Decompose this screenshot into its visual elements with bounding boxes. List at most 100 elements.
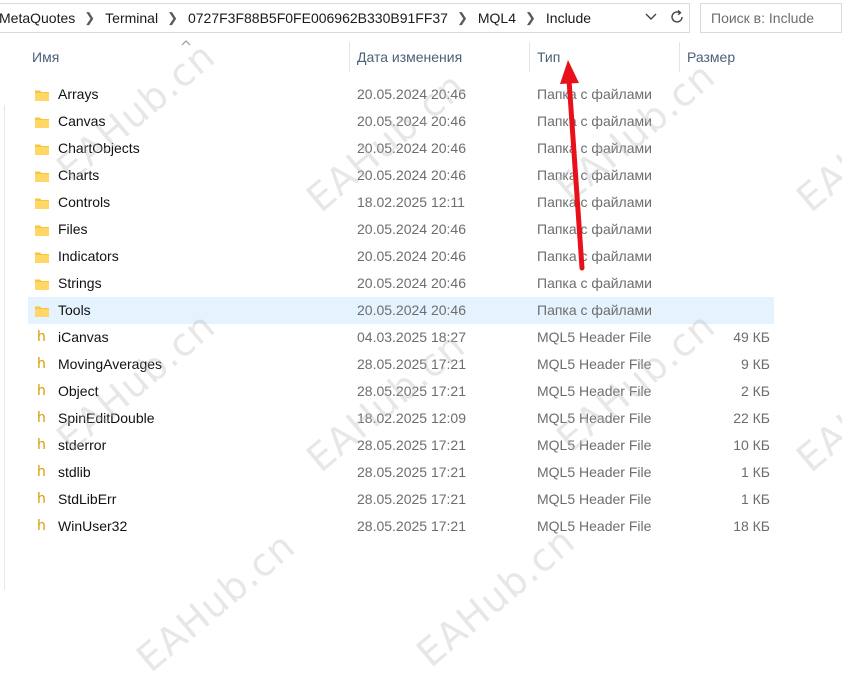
file-name: Files bbox=[58, 221, 88, 237]
file-name: iCanvas bbox=[58, 329, 109, 345]
column-divider[interactable] bbox=[349, 42, 350, 72]
search-input[interactable] bbox=[700, 3, 842, 33]
column-divider[interactable] bbox=[529, 42, 530, 72]
breadcrumb-terminal-id[interactable]: 0727F3F88B5F0FE006962B330B91FF37 bbox=[184, 10, 451, 26]
file-row[interactable]: Arrays 20.05.2024 20:46 Папка с файлами bbox=[28, 81, 774, 108]
pane-border bbox=[4, 105, 5, 590]
file-date: 20.05.2024 20:46 bbox=[357, 248, 466, 264]
folder-icon bbox=[34, 135, 50, 162]
file-date: 20.05.2024 20:46 bbox=[357, 167, 466, 183]
file-name: SpinEditDouble bbox=[58, 410, 155, 426]
file-name: StdLibErr bbox=[58, 491, 117, 507]
file-name: Tools bbox=[58, 302, 91, 318]
breadcrumb-terminal[interactable]: Terminal bbox=[101, 10, 161, 26]
column-header: Имя Дата изменения Тип Размер bbox=[0, 40, 842, 74]
folder-icon bbox=[34, 297, 50, 324]
column-type[interactable]: Тип bbox=[533, 40, 679, 74]
folder-icon bbox=[34, 162, 50, 189]
file-size: 49 КБ bbox=[733, 329, 770, 345]
file-type: MQL5 Header File bbox=[537, 464, 652, 480]
column-size[interactable]: Размер bbox=[683, 40, 803, 74]
file-type: Папка с файлами bbox=[537, 302, 652, 318]
file-row[interactable]: h SpinEditDouble 18.02.2025 12:09 MQL5 Head… bbox=[28, 405, 774, 432]
file-type: MQL5 Header File bbox=[537, 383, 652, 399]
file-date: 20.05.2024 20:46 bbox=[357, 140, 466, 156]
file-date: 20.05.2024 20:46 bbox=[357, 302, 466, 318]
refresh-icon[interactable] bbox=[666, 5, 688, 29]
file-type: Папка с файлами bbox=[537, 113, 652, 129]
address-toolbar: MetaQuotes ❯ Terminal ❯ 0727F3F88B5F0FE0… bbox=[0, 0, 842, 37]
file-name: Canvas bbox=[58, 113, 106, 129]
chevron-down-icon[interactable] bbox=[640, 5, 662, 29]
file-date: 28.05.2025 17:21 bbox=[357, 464, 466, 480]
breadcrumb-mql4[interactable]: MQL4 bbox=[474, 10, 519, 26]
address-bar[interactable]: MetaQuotes ❯ Terminal ❯ 0727F3F88B5F0FE0… bbox=[0, 3, 690, 33]
file-row[interactable]: h WinUser32 28.05.2025 17:21 MQL5 Header Fi… bbox=[28, 513, 774, 540]
file-row[interactable]: h iCanvas 04.03.2025 18:27 MQL5 Header File… bbox=[28, 324, 774, 351]
file-row[interactable]: Strings 20.05.2024 20:46 Папка с файлами bbox=[28, 270, 774, 297]
file-date: 28.05.2025 17:21 bbox=[357, 437, 466, 453]
column-name[interactable]: Имя bbox=[28, 40, 348, 74]
file-row[interactable]: ChartObjects 20.05.2024 20:46 Папка с файл… bbox=[28, 135, 774, 162]
file-row[interactable]: Charts 20.05.2024 20:46 Папка с файлами bbox=[28, 162, 774, 189]
file-row[interactable]: h Object 28.05.2025 17:21 MQL5 Header File 2… bbox=[28, 378, 774, 405]
file-name: WinUser32 bbox=[58, 518, 128, 534]
file-size bbox=[688, 216, 770, 243]
watermark: EAHub.cn bbox=[128, 523, 304, 681]
breadcrumb-metaquotes[interactable]: MetaQuotes bbox=[0, 10, 78, 26]
file-name: Indicators bbox=[58, 248, 119, 264]
folder-icon bbox=[34, 270, 50, 297]
file-size bbox=[688, 297, 770, 324]
file-row[interactable]: Controls 18.02.2025 12:11 Папка с файлами bbox=[28, 189, 774, 216]
file-type: MQL5 Header File bbox=[537, 437, 652, 453]
file-size: 9 КБ bbox=[740, 356, 770, 372]
file-date: 18.02.2025 12:09 bbox=[357, 410, 466, 426]
h-letter-icon: h bbox=[37, 491, 46, 507]
watermark: EAHub.cn bbox=[788, 323, 842, 481]
file-size: 1 КБ bbox=[740, 491, 770, 507]
file-type: MQL5 Header File bbox=[537, 356, 652, 372]
file-row[interactable]: h stdlib 28.05.2025 17:21 MQL5 Header File 1… bbox=[28, 459, 774, 486]
file-row[interactable]: h MovingAverages 28.05.2025 17:21 MQL5 Head… bbox=[28, 351, 774, 378]
folder-icon bbox=[34, 81, 50, 108]
file-name: Charts bbox=[58, 167, 100, 183]
file-date: 28.05.2025 17:21 bbox=[357, 518, 466, 534]
file-row[interactable]: h stderror 28.05.2025 17:21 MQL5 Header Fil… bbox=[28, 432, 774, 459]
column-date[interactable]: Дата изменения bbox=[353, 40, 529, 74]
file-date: 20.05.2024 20:46 bbox=[357, 86, 466, 102]
file-date: 20.05.2024 20:46 bbox=[357, 221, 466, 237]
h-letter-icon: h bbox=[37, 356, 46, 372]
file-name: ChartObjects bbox=[58, 140, 140, 156]
folder-icon bbox=[34, 216, 50, 243]
breadcrumb-include[interactable]: Include bbox=[542, 10, 594, 26]
file-row[interactable]: h StdLibErr 28.05.2025 17:21 MQL5 Header Fi… bbox=[28, 486, 774, 513]
h-letter-icon: h bbox=[37, 518, 46, 534]
column-divider[interactable] bbox=[679, 42, 680, 72]
file-date: 28.05.2025 17:21 bbox=[357, 356, 466, 372]
file-date: 20.05.2024 20:46 bbox=[357, 275, 466, 291]
file-size bbox=[688, 81, 770, 108]
file-name: Arrays bbox=[58, 86, 99, 102]
file-name: MovingAverages bbox=[58, 356, 163, 372]
breadcrumb-separator-icon[interactable]: ❯ bbox=[78, 10, 101, 26]
file-size bbox=[688, 108, 770, 135]
file-name: stderror bbox=[58, 437, 107, 453]
file-type: Папка с файлами bbox=[537, 248, 652, 264]
file-date: 04.03.2025 18:27 bbox=[357, 329, 466, 345]
breadcrumb-separator-icon[interactable]: ❯ bbox=[519, 10, 542, 26]
file-type: Папка с файлами bbox=[537, 167, 652, 183]
file-row[interactable]: Files 20.05.2024 20:46 Папка с файлами bbox=[28, 216, 774, 243]
file-type: Папка с файлами bbox=[537, 275, 652, 291]
file-type: Папка с файлами bbox=[537, 221, 652, 237]
breadcrumb-separator-icon[interactable]: ❯ bbox=[161, 10, 184, 26]
breadcrumb-separator-icon[interactable]: ❯ bbox=[451, 10, 474, 26]
file-row[interactable]: Tools 20.05.2024 20:46 Папка с файлами bbox=[28, 297, 774, 324]
file-size bbox=[688, 162, 770, 189]
file-name: Strings bbox=[58, 275, 102, 291]
file-row[interactable]: Indicators 20.05.2024 20:46 Папка с файлам… bbox=[28, 243, 774, 270]
h-letter-icon: h bbox=[37, 437, 46, 453]
file-type: Папка с файлами bbox=[537, 194, 652, 210]
file-date: 28.05.2025 17:21 bbox=[357, 491, 466, 507]
file-row[interactable]: Canvas 20.05.2024 20:46 Папка с файлами bbox=[28, 108, 774, 135]
file-date: 18.02.2025 12:11 bbox=[357, 194, 465, 210]
